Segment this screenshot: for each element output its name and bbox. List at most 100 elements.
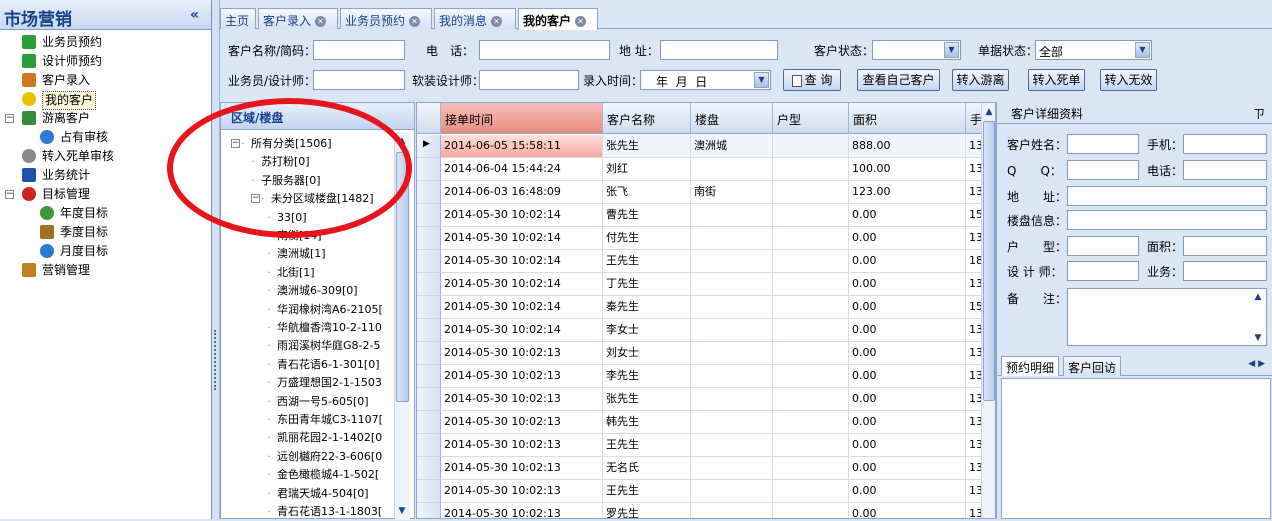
detail-house-input[interactable] [1067,236,1139,256]
grid-cell[interactable] [691,342,773,365]
col-header-order-time[interactable]: 接单时间 [441,103,603,134]
chevron-down-icon[interactable]: ▼ [944,42,959,58]
grid-cell[interactable]: 0.00 [849,365,966,388]
nav-item[interactable]: 业务员预约 [0,33,210,52]
grid-cell[interactable] [691,434,773,457]
grid-cell[interactable] [773,457,849,480]
grid-cell[interactable]: 李女士 [603,319,691,342]
scroll-thumb[interactable] [983,121,995,401]
grid-cell[interactable]: 2014-05-30 10:02:13 [441,434,603,457]
tree-node[interactable]: · 澳洲城6-309[0] [221,281,393,300]
tree-node[interactable]: · 华润橡树湾A6-2105[ [221,300,393,319]
scroll-up-icon[interactable]: ▲ [982,105,995,119]
grid-cell[interactable]: 0.00 [849,296,966,319]
grid-cell[interactable]: 0.00 [849,319,966,342]
salesperson-input[interactable] [313,70,405,90]
grid-cell[interactable]: 2014-05-30 10:02:14 [441,204,603,227]
grid-cell[interactable]: 澳洲城 [691,135,773,158]
col-header-customer-name[interactable]: 客户名称 [603,103,691,134]
grid-cell[interactable] [691,319,773,342]
move-to-invalid-button[interactable]: 转入无效 [1100,69,1157,91]
grid-cell[interactable]: 0.00 [849,250,966,273]
tree-node[interactable]: · 君瑞天城4-504[0] [221,484,393,503]
chevron-down-icon[interactable]: ▼ [754,72,769,88]
grid-cell[interactable] [773,204,849,227]
grid-cell[interactable] [691,503,773,518]
tree-node[interactable]: · 北街[1] [221,263,393,282]
grid-cell[interactable]: 0.00 [849,204,966,227]
grid-cell[interactable] [691,204,773,227]
detail-remark-textarea[interactable]: ▲ ▼ [1067,288,1267,346]
customer-name-input[interactable] [313,40,405,60]
grid-cell[interactable] [773,158,849,181]
row-header[interactable] [417,365,441,388]
address-input[interactable] [660,40,778,60]
tab-home[interactable]: 主页 [220,8,256,29]
nav-item[interactable]: − 游离客户 [0,109,210,128]
grid-cell[interactable] [691,158,773,181]
detail-estate-input[interactable] [1067,210,1267,230]
close-icon[interactable]: ✕ [575,16,587,27]
doc-status-select[interactable]: 全部 ▼ [1035,40,1152,60]
col-header-estate[interactable]: 楼盘 [691,103,773,134]
grid-cell[interactable] [773,135,849,158]
collapse-icon[interactable]: « [190,7,199,23]
detail-qq-input[interactable] [1067,160,1139,180]
detail-tel-input[interactable] [1183,160,1267,180]
grid-cell[interactable] [691,250,773,273]
grid-cell[interactable]: 秦先生 [603,296,691,319]
grid-cell[interactable]: 2014-06-04 15:44:24 [441,158,603,181]
grid-cell[interactable]: 2014-05-30 10:02:14 [441,273,603,296]
grid-cell[interactable] [691,273,773,296]
move-to-dead-button[interactable]: 转入死单 [1028,69,1085,91]
grid-cell[interactable]: 2014-05-30 10:02:13 [441,503,603,518]
nav-item[interactable]: 月度目标 [0,242,210,261]
grid-cell[interactable]: 2014-05-30 10:02:14 [441,227,603,250]
row-header[interactable] [417,204,441,227]
nav-item[interactable]: 年度目标 [0,204,210,223]
grid-cell[interactable]: 南街 [691,181,773,204]
grid-cell[interactable]: 张飞 [603,181,691,204]
grid-cell[interactable]: 刘红 [603,158,691,181]
grid-cell[interactable]: 2014-05-30 10:02:13 [441,342,603,365]
grid-cell[interactable]: 0.00 [849,434,966,457]
grid-cell[interactable]: 张先生 [603,388,691,411]
grid-cell[interactable]: 0.00 [849,457,966,480]
tree-node[interactable]: · 西湖一号5-605[0] [221,392,393,411]
nav-item[interactable]: 我的客户 [0,90,210,110]
tree-node[interactable]: · 华航檀香湾10-2-110 [221,318,393,337]
grid-cell[interactable] [773,296,849,319]
chevron-down-icon[interactable]: ▼ [1135,42,1150,58]
tree-node[interactable]: · 万盛理想国2-1-1503 [221,373,393,392]
tree-node[interactable]: · 青石花语6-1-301[0] [221,355,393,374]
close-icon[interactable]: ✕ [409,16,421,27]
detail-area-input[interactable] [1183,236,1267,256]
grid-cell[interactable] [691,457,773,480]
nav-item[interactable]: 季度目标 [0,223,210,242]
move-to-free-button[interactable]: 转入游离 [952,69,1009,91]
customer-status-select[interactable]: ▼ [872,40,961,60]
grid-cell[interactable] [773,319,849,342]
grid-cell[interactable] [773,181,849,204]
tab-appointment-detail[interactable]: 预约明细 [1001,356,1060,376]
tree-node[interactable]: · 金色橄榄城4-1-502[ [221,465,393,484]
collapse-toggle-icon[interactable]: − [5,190,14,199]
grid-cell[interactable] [773,365,849,388]
tab-my-customers[interactable]: 我的客户 ✕ [518,8,598,30]
row-header[interactable]: ▶ [417,135,441,158]
tree-node[interactable]: · 青石花语13-1-1803[ [221,502,393,521]
grid-cell[interactable] [691,388,773,411]
grid-cell[interactable]: 2014-06-03 16:48:09 [441,181,603,204]
detail-designer-input[interactable] [1067,261,1139,281]
grid-cell[interactable]: 2014-05-30 10:02:13 [441,365,603,388]
grid-cell[interactable]: 韩先生 [603,411,691,434]
grid-cell[interactable] [773,227,849,250]
splitter[interactable] [212,0,220,519]
grid-cell[interactable] [773,388,849,411]
grid-cell[interactable] [691,365,773,388]
grid-cell[interactable]: 100.00 [849,158,966,181]
grid-cell[interactable]: 0.00 [849,227,966,250]
grid-cell[interactable] [691,480,773,503]
query-button[interactable]: 查 询 [783,69,841,91]
grid-cell[interactable]: 刘女士 [603,342,691,365]
